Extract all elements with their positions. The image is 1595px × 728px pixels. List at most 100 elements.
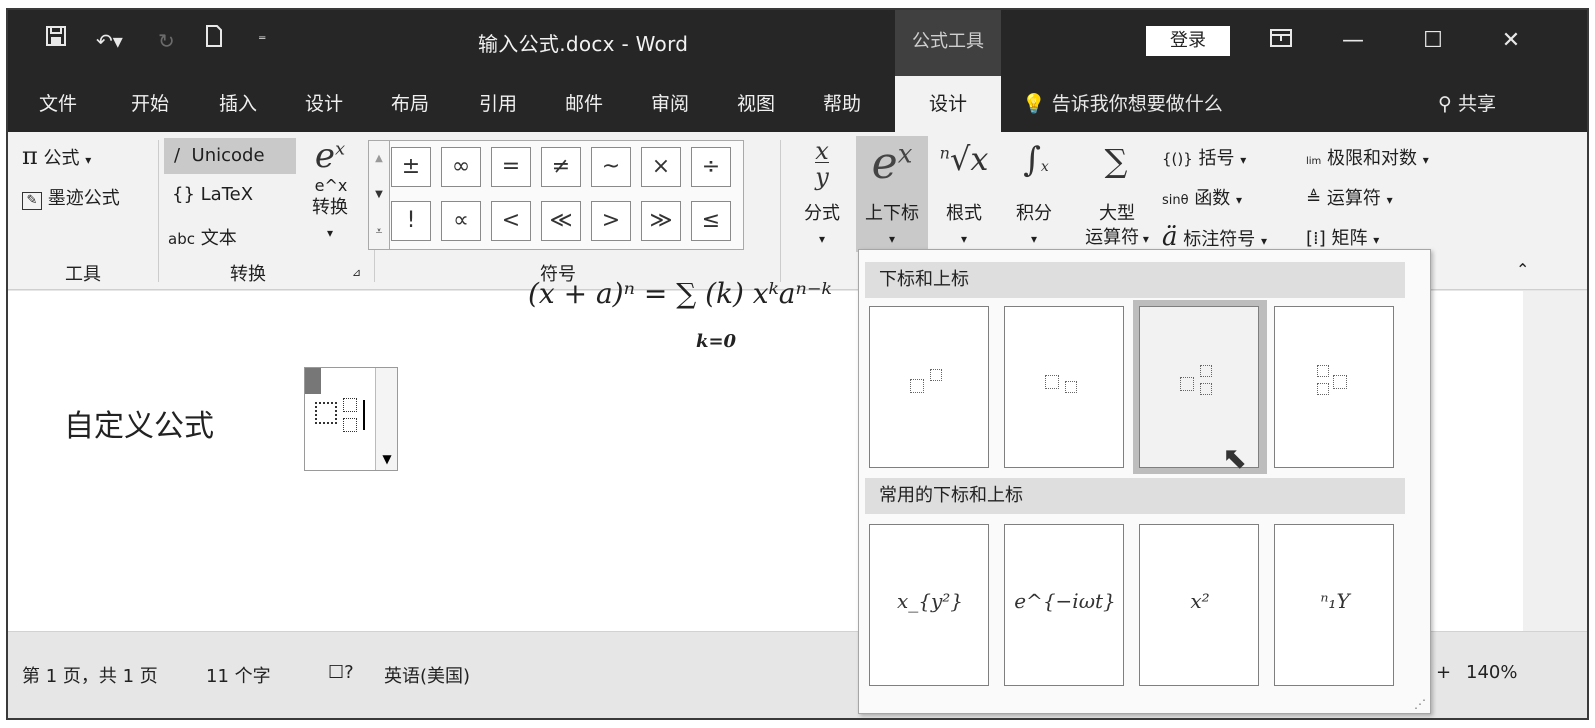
tile-sub-superscript[interactable]: ⬉ xyxy=(1139,306,1259,476)
symbol-less-equal[interactable]: ≤ xyxy=(691,201,731,241)
common-script-label: x_{y²} xyxy=(896,589,964,613)
equation-button[interactable]: π 公式 ▾ xyxy=(22,142,91,170)
collapse-ribbon-icon[interactable]: ⌃ xyxy=(1516,260,1529,279)
share-button[interactable]: ⚲ 共享 xyxy=(1438,76,1496,132)
zoom-in-icon[interactable]: + xyxy=(1436,662,1451,683)
equation-tools-context: 公式工具 xyxy=(895,10,1001,76)
tab-file[interactable]: 文件 xyxy=(28,76,88,132)
tell-me-search[interactable]: 💡 告诉我你想要做什么 xyxy=(1022,76,1223,132)
tile-superscript[interactable] xyxy=(869,306,989,468)
proofing-icon[interactable]: ☐? xyxy=(328,662,354,683)
radical-button[interactable]: 根式 ▾ xyxy=(934,202,994,251)
language-status[interactable]: 英语(美国) xyxy=(384,662,470,688)
signin-button[interactable]: 登录 xyxy=(1146,26,1230,56)
scroll-up-icon[interactable]: ▲ xyxy=(369,141,389,177)
superscript-placeholder[interactable] xyxy=(343,398,357,412)
equation-options-icon[interactable]: ▼ xyxy=(376,452,398,466)
tell-me-text: 告诉我你想要做什么 xyxy=(1051,93,1223,115)
symbol-times[interactable]: × xyxy=(641,147,681,187)
gallery-more-icon[interactable]: ⩡ xyxy=(369,213,389,249)
text-button[interactable]: abc 文本 xyxy=(168,224,237,250)
ribbon-display-icon[interactable] xyxy=(1256,24,1306,58)
ink-equation-button[interactable]: ✎ 墨迹公式 xyxy=(22,184,120,210)
customize-qat-icon[interactable]: ⁼ xyxy=(258,24,266,58)
tab-mailings[interactable]: 邮件 xyxy=(554,76,614,132)
bracket-icon: {()} xyxy=(1162,150,1193,168)
resize-grip-icon[interactable]: ⋰ xyxy=(1414,697,1426,711)
symbol-equals[interactable]: = xyxy=(491,147,531,187)
equation-handle-icon[interactable] xyxy=(305,368,321,394)
minimize-icon[interactable]: — xyxy=(1328,24,1378,58)
equation-label: 公式 xyxy=(43,148,80,169)
tab-insert[interactable]: 插入 xyxy=(208,76,268,132)
undo-icon[interactable]: ↶▾ xyxy=(96,24,123,58)
page-count[interactable]: 第 1 页，共 1 页 xyxy=(22,662,158,688)
common-script-label: x² xyxy=(1190,589,1210,613)
dialog-launcher-icon[interactable]: ⊿ xyxy=(352,266,361,279)
symbol-infinity[interactable]: ∞ xyxy=(441,147,481,187)
binomial-formula[interactable]: (x + a)ⁿ = ∑ (k) xᵏaⁿ⁻ᵏ xyxy=(528,277,832,310)
symbol-proportional[interactable]: ∝ xyxy=(441,201,481,241)
symbol-greater[interactable]: > xyxy=(591,201,631,241)
matrix-button[interactable]: [⁞] 矩阵 ▾ xyxy=(1306,224,1379,250)
equation-object[interactable]: ▼ xyxy=(304,367,398,471)
symbol-tilde[interactable]: ~ xyxy=(591,147,631,187)
symbol-factorial[interactable]: ! xyxy=(391,201,431,241)
vertical-scrollbar[interactable] xyxy=(1523,291,1587,631)
bracket-button[interactable]: {()} 括号 ▾ xyxy=(1162,144,1246,170)
subscript-placeholder xyxy=(1200,383,1212,395)
latex-button[interactable]: {} LaTeX xyxy=(172,184,253,205)
maximize-icon[interactable]: ☐ xyxy=(1408,24,1458,58)
fraction-button[interactable]: 分式 ▾ xyxy=(792,202,852,251)
convert-button[interactable]: 转换 ▾ xyxy=(300,196,360,245)
redo-icon[interactable]: ↻ xyxy=(158,24,175,58)
tab-design[interactable]: 设计 xyxy=(294,76,354,132)
tile-common-n1Y[interactable]: ⁿ₁Y xyxy=(1274,524,1394,686)
common-script-label: ⁿ₁Y xyxy=(1320,589,1350,613)
limit-log-button[interactable]: lim 极限和对数 ▾ xyxy=(1306,144,1429,170)
new-document-icon[interactable] xyxy=(204,24,224,58)
base-placeholder[interactable] xyxy=(315,402,337,424)
accent-button[interactable]: ä 标注符号 ▾ xyxy=(1162,222,1267,252)
tab-help[interactable]: 帮助 xyxy=(812,76,872,132)
document-title: 输入公式.docx - Word xyxy=(478,32,689,56)
subscript-placeholder xyxy=(1065,381,1077,393)
unicode-button[interactable]: / Unicode xyxy=(164,138,296,174)
script-button[interactable]: ex 上下标 ▾ xyxy=(856,136,928,252)
operator-button[interactable]: ≜ 运算符 ▾ xyxy=(1306,184,1393,210)
symbol-gallery-scroll[interactable]: ▲ ▼ ⩡ xyxy=(368,140,390,250)
group-separator xyxy=(158,140,159,282)
tile-common-e-iwt[interactable]: e^{−iωt} xyxy=(1004,524,1124,686)
tab-equation-design[interactable]: 设计 xyxy=(895,76,1001,132)
tile-common-xy2[interactable]: x_{y²} xyxy=(869,524,989,686)
save-icon[interactable] xyxy=(44,24,68,58)
lightbulb-icon: 💡 xyxy=(1022,93,1046,115)
function-button[interactable]: sinθ 函数 ▾ xyxy=(1162,184,1242,210)
symbol-plusminus[interactable]: ± xyxy=(391,147,431,187)
symbol-much-greater[interactable]: ≫ xyxy=(641,201,681,241)
large-operator-button[interactable]: 大型 运算符 ▾ xyxy=(1074,202,1160,251)
tab-layout[interactable]: 布局 xyxy=(380,76,440,132)
tile-common-x2[interactable]: x² xyxy=(1139,524,1259,686)
tab-view[interactable]: 视图 xyxy=(726,76,786,132)
subscript-placeholder[interactable] xyxy=(343,418,357,432)
symbol-less[interactable]: < xyxy=(491,201,531,241)
slash-icon: / xyxy=(174,145,181,166)
ink-equation-icon: ✎ xyxy=(22,192,42,210)
symbol-not-equal[interactable]: ≠ xyxy=(541,147,581,187)
symbol-much-less[interactable]: ≪ xyxy=(541,201,581,241)
word-count[interactable]: 11 个字 xyxy=(206,662,271,688)
text-label: 文本 xyxy=(200,228,237,249)
tab-home[interactable]: 开始 xyxy=(120,76,180,132)
limit-log-label: 极限和对数 xyxy=(1327,148,1418,169)
tab-references[interactable]: 引用 xyxy=(468,76,528,132)
symbol-divide[interactable]: ÷ xyxy=(691,147,731,187)
zoom-level[interactable]: 140% xyxy=(1466,662,1517,683)
tile-left-sub-superscript[interactable] xyxy=(1274,306,1394,468)
tile-subscript[interactable] xyxy=(1004,306,1124,468)
latex-label: LaTeX xyxy=(200,184,254,205)
close-icon[interactable]: ✕ xyxy=(1486,24,1536,58)
scroll-down-icon[interactable]: ▼ xyxy=(369,177,389,213)
tab-review[interactable]: 审阅 xyxy=(640,76,700,132)
integral-button[interactable]: 积分 ▾ xyxy=(1004,202,1064,251)
